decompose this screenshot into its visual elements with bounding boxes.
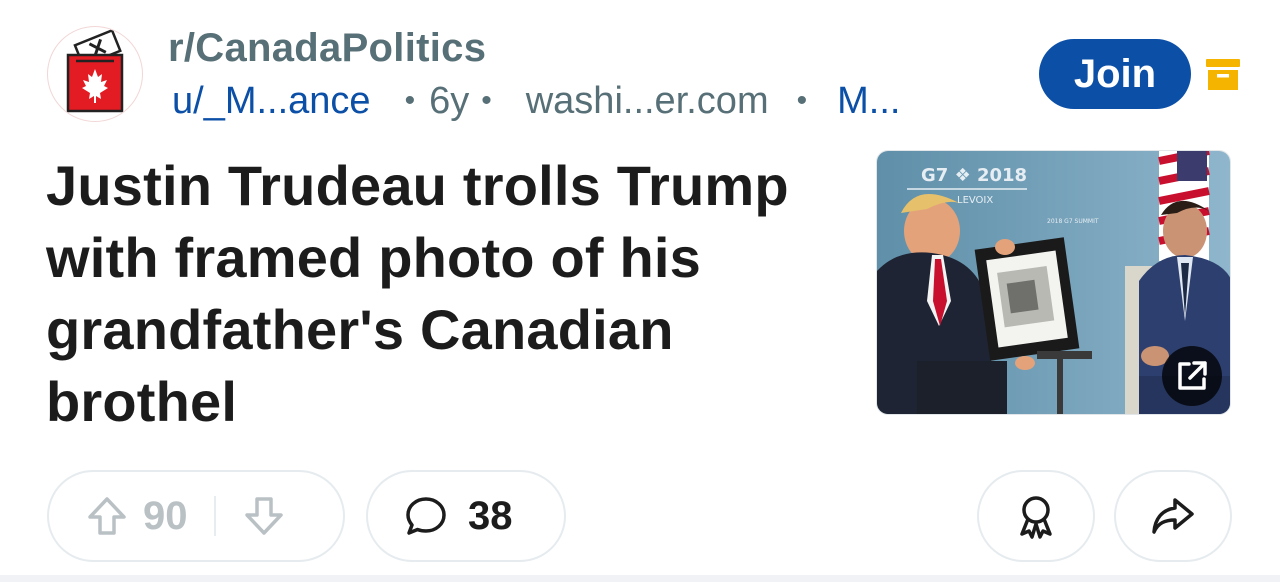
upvote-icon[interactable] — [85, 494, 129, 538]
external-link-icon — [1178, 361, 1207, 390]
archive-icon[interactable] — [1205, 57, 1241, 93]
post-domain[interactable]: washi...er.com — [526, 80, 769, 123]
downvote-icon[interactable] — [242, 494, 286, 538]
separator-dot: • — [796, 84, 808, 117]
side-text: 2018 G7 SUMMIT — [1047, 218, 1099, 225]
external-link-button[interactable] — [1162, 346, 1222, 406]
share-icon — [1152, 498, 1194, 534]
comments-button[interactable]: 38 — [366, 470, 566, 562]
share-button[interactable] — [1114, 470, 1232, 562]
ballot-box-icon — [66, 28, 124, 113]
post-thumbnail[interactable]: G7 ❖ 2018 LEVOIX 2018 G7 SUMMIT — [876, 150, 1231, 415]
comment-icon — [406, 497, 446, 535]
comment-count: 38 — [468, 493, 513, 538]
separator-dot: • — [404, 84, 416, 117]
bottom-divider — [0, 575, 1280, 582]
post-meta: u/_M...ance • 6y • washi...er.com • M... — [172, 76, 900, 126]
join-button[interactable]: Join — [1039, 39, 1191, 109]
banner-text: G7 ❖ 2018 — [921, 165, 1027, 186]
vote-count: 90 — [143, 493, 188, 538]
subreddit-avatar[interactable] — [47, 26, 143, 122]
post-title[interactable]: Justin Trudeau trolls Trump with framed … — [46, 150, 866, 438]
more-link[interactable]: M... — [837, 80, 900, 123]
post-age: 6y — [429, 79, 470, 122]
subreddit-name[interactable]: r/CanadaPolitics — [168, 26, 486, 71]
separator-dot: • — [481, 84, 492, 117]
banner-sub: LEVOIX — [957, 195, 993, 206]
award-icon — [1020, 496, 1052, 539]
vote-divider — [213, 496, 216, 536]
author-link[interactable]: u/_M...ance — [172, 80, 371, 123]
award-button[interactable] — [977, 470, 1095, 562]
vote-pill: 90 — [47, 470, 345, 562]
